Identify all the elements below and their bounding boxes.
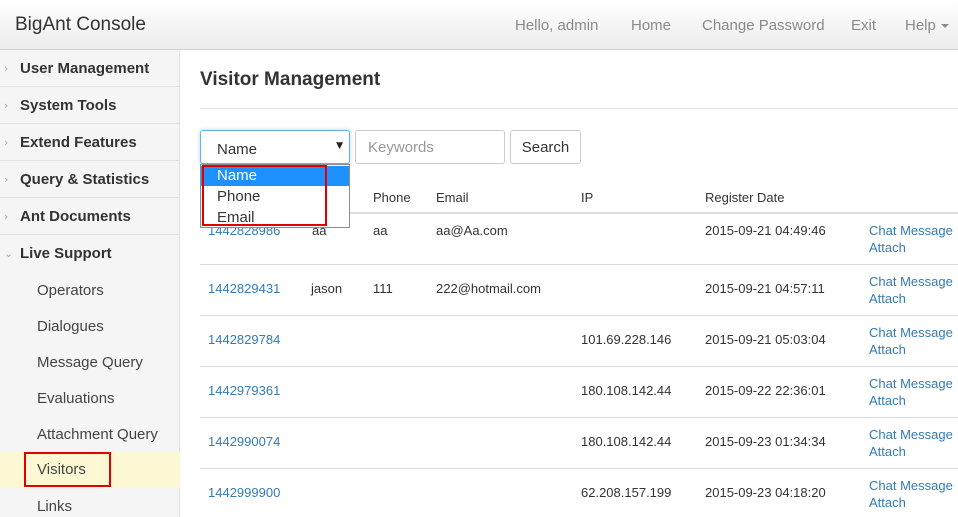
sidebar-item-label: Evaluations (37, 390, 115, 407)
chat-message-link[interactable]: Chat Message (869, 274, 953, 289)
visitor-register-date: 2015-09-21 04:57:11 (705, 281, 825, 296)
sidebar-item-label: Operators (37, 282, 104, 299)
attach-link[interactable]: Attach (869, 240, 906, 255)
attach-link[interactable]: Attach (869, 291, 906, 306)
sidebar-item-evaluations[interactable]: Evaluations (0, 381, 180, 417)
visitor-id-link[interactable]: 1442990074 (208, 434, 280, 449)
visitor-id-link[interactable]: 1442829431 (208, 281, 280, 296)
highlight-box-visitors (24, 452, 111, 487)
sidebar-menu-label: System Tools (20, 97, 117, 114)
column-header-register-date: Register Date (705, 190, 785, 205)
search-field-value: Name (217, 141, 258, 158)
chevron-right-icon: › (4, 136, 9, 149)
visitor-register-date: 2015-09-21 04:49:46 (705, 223, 826, 238)
visitor-ip: 62.208.157.199 (581, 485, 672, 500)
table-row: 1442990074 180.108.142.44 2015-09-23 01:… (200, 418, 958, 469)
sidebar-menu-ant-documents[interactable]: › Ant Documents (0, 198, 180, 235)
visitor-ip: 180.108.142.44 (581, 383, 672, 398)
sidebar-menu-query-statistics[interactable]: › Query & Statistics (0, 161, 180, 198)
visitor-register-date: 2015-09-21 05:03:04 (705, 332, 826, 347)
chat-message-link[interactable]: Chat Message (869, 376, 953, 391)
search-button[interactable]: Search (510, 130, 581, 164)
chevron-right-icon: › (4, 99, 9, 112)
nav-help-label: Help (905, 17, 936, 34)
chevron-down-icon: ⌄ (4, 247, 14, 260)
visitor-phone: aa (373, 223, 388, 238)
visitor-id-link[interactable]: 1442979361 (208, 383, 280, 398)
table-row: 1442829431 jason 111 222@hotmail.com 201… (200, 265, 958, 316)
table-row: 1442999900 62.208.157.199 2015-09-23 04:… (200, 469, 958, 517)
sidebar-item-dialogues[interactable]: Dialogues (0, 309, 180, 345)
sidebar-menu-label: Live Support (20, 245, 112, 262)
column-header-phone: Phone (373, 190, 411, 205)
visitor-register-date: 2015-09-23 01:34:34 (705, 434, 826, 449)
nav-change-password-link[interactable]: Change Password (702, 17, 825, 34)
title-divider (200, 108, 958, 109)
page-title: Visitor Management (200, 69, 381, 90)
attach-link[interactable]: Attach (869, 342, 906, 357)
sidebar-menu-label: Query & Statistics (20, 171, 150, 188)
sidebar-item-operators[interactable]: Operators (0, 273, 180, 309)
visitor-ip: 101.69.228.146 (581, 332, 672, 347)
highlight-box-dropdown (202, 165, 327, 226)
visitor-email: 222@hotmail.com (436, 281, 541, 296)
visitor-register-date: 2015-09-23 04:18:20 (705, 485, 826, 500)
chat-message-link[interactable]: Chat Message (869, 223, 953, 238)
visitor-ip: 180.108.142.44 (581, 434, 672, 449)
visitor-email: aa@Aa.com (436, 223, 508, 238)
sidebar-menu-live-support[interactable]: ⌄ Live Support (0, 235, 180, 272)
dropdown-arrow-icon: ▼ (336, 141, 343, 151)
table-row: 1442979361 180.108.142.44 2015-09-22 22:… (200, 367, 958, 418)
sidebar-menu-extend-features[interactable]: › Extend Features (0, 124, 180, 161)
visitor-id-link[interactable]: 1442829784 (208, 332, 280, 347)
nav-exit-link[interactable]: Exit (851, 17, 876, 34)
column-header-email: Email (436, 190, 469, 205)
chevron-right-icon: › (4, 62, 9, 75)
greeting-text: Hello, admin (515, 17, 599, 34)
sidebar-menu-user-management[interactable]: › User Management (0, 50, 180, 87)
visitor-id-link[interactable]: 1442999900 (208, 485, 280, 500)
brand-title[interactable]: BigAnt Console (15, 14, 146, 36)
nav-help-dropdown[interactable]: Help (905, 17, 949, 34)
chevron-right-icon: › (4, 173, 9, 186)
sidebar-item-label: Message Query (37, 354, 143, 371)
search-field-select[interactable]: Name ▼ (200, 130, 350, 164)
nav-home-link[interactable]: Home (631, 17, 671, 34)
sidebar: › User Management › System Tools › Exten… (0, 50, 180, 517)
attach-link[interactable]: Attach (869, 444, 906, 459)
sidebar-item-links[interactable]: Links (0, 489, 180, 517)
sidebar-menu-label: Extend Features (20, 134, 137, 151)
chat-message-link[interactable]: Chat Message (869, 478, 953, 493)
chat-message-link[interactable]: Chat Message (869, 427, 953, 442)
sidebar-menu-label: User Management (20, 60, 150, 77)
keywords-input[interactable] (355, 130, 505, 164)
chevron-right-icon: › (4, 210, 9, 223)
sidebar-item-attachment-query[interactable]: Attachment Query (0, 417, 180, 453)
column-header-ip: IP (581, 190, 594, 205)
visitor-phone: 111 (373, 281, 393, 296)
top-navbar: BigAnt Console Hello, admin Home Change … (0, 0, 958, 50)
visitor-name: jason (311, 281, 343, 296)
attach-link[interactable]: Attach (869, 393, 906, 408)
attach-link[interactable]: Attach (869, 495, 906, 510)
chat-message-link[interactable]: Chat Message (869, 325, 953, 340)
caret-down-icon (940, 24, 949, 29)
sidebar-item-message-query[interactable]: Message Query (0, 345, 180, 381)
sidebar-menu-label: Ant Documents (20, 208, 131, 225)
sidebar-item-label: Dialogues (37, 318, 104, 335)
sidebar-item-label: Attachment Query (37, 426, 158, 443)
visitor-register-date: 2015-09-22 22:36:01 (705, 383, 826, 398)
sidebar-menu-system-tools[interactable]: › System Tools (0, 87, 180, 124)
sidebar-item-label: Links (37, 498, 73, 515)
table-row: 1442829784 101.69.228.146 2015-09-21 05:… (200, 316, 958, 367)
